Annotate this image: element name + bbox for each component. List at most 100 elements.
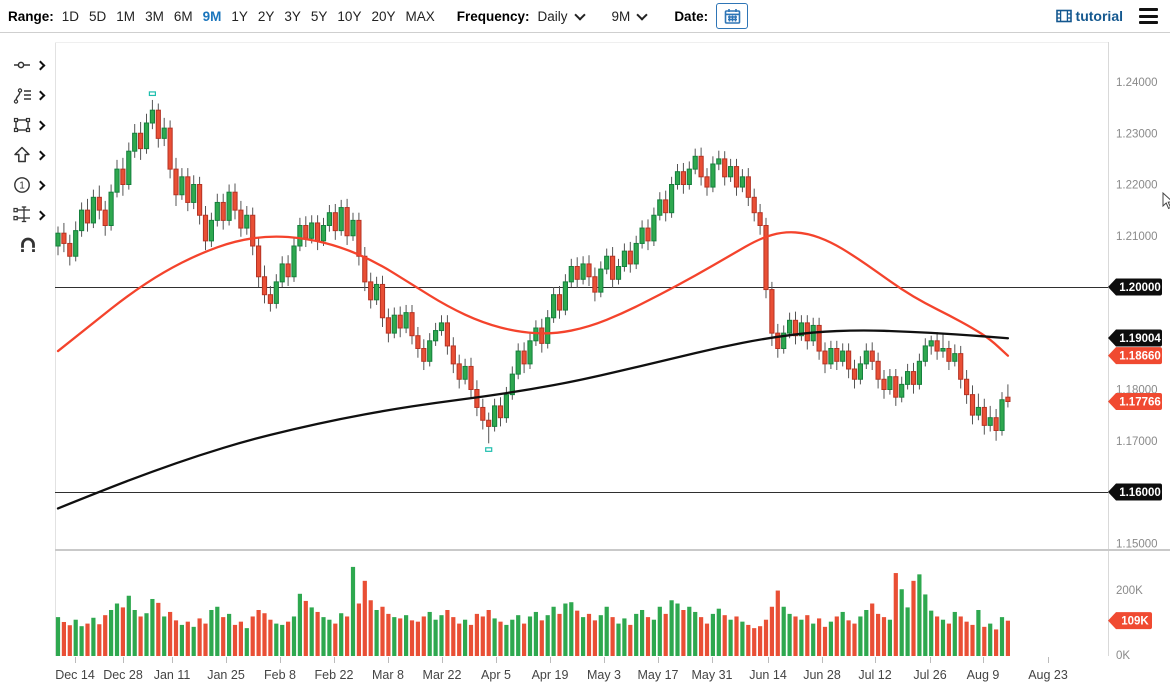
volume-bar xyxy=(256,609,261,656)
candle xyxy=(716,158,722,165)
date-label: Mar 8 xyxy=(372,668,404,682)
candle xyxy=(875,360,881,380)
mouse-cursor xyxy=(1162,191,1170,210)
trendline-tool[interactable] xyxy=(12,50,45,80)
volume-bar xyxy=(91,617,96,656)
range-3m[interactable]: 3M xyxy=(145,9,164,24)
range-5y[interactable]: 5Y xyxy=(311,9,328,24)
volume-bar xyxy=(474,613,479,656)
candle xyxy=(409,312,415,337)
candle xyxy=(975,406,981,416)
volume-bar xyxy=(55,617,61,656)
chart-area[interactable]: 1.24000 1.23000 1.22000 1.21000 1.18000 1.170… xyxy=(55,33,1170,696)
magnet-tool[interactable] xyxy=(17,230,39,260)
range-1y[interactable]: 1Y xyxy=(231,9,248,24)
volume-bar xyxy=(970,624,975,656)
range-2y[interactable]: 2Y xyxy=(258,9,275,24)
number-annotation-tool[interactable]: 1 xyxy=(12,170,45,200)
range-1d[interactable]: 1D xyxy=(62,9,79,24)
volume-tick-label: 200K xyxy=(1116,585,1143,597)
volume-bar xyxy=(409,620,415,656)
volume-bar xyxy=(203,623,208,656)
high-marker xyxy=(148,91,156,97)
date-label: Mar 22 xyxy=(423,668,462,682)
range-5d[interactable]: 5D xyxy=(89,9,106,24)
volume-bar xyxy=(988,623,993,656)
candle xyxy=(456,363,462,380)
candle xyxy=(173,168,179,196)
volume-bar xyxy=(581,617,586,656)
candle xyxy=(893,376,899,398)
volume-bar xyxy=(840,611,845,656)
range-9m[interactable]: 9M xyxy=(203,9,222,24)
volume-bar xyxy=(929,610,934,656)
candle xyxy=(651,214,657,242)
tutorial-link[interactable]: tutorial xyxy=(1055,8,1123,24)
price-chart-svg[interactable]: 1.240001.230001.220001.210001.180001.170… xyxy=(55,33,1170,691)
volume-bar xyxy=(616,623,621,656)
chevron-right-icon xyxy=(35,180,45,190)
range-1m[interactable]: 1M xyxy=(116,9,135,24)
range-label: Range: xyxy=(8,8,54,24)
calendar-icon xyxy=(724,8,740,24)
period-select[interactable]: 9M xyxy=(612,9,648,24)
pattern-annotation-tool[interactable] xyxy=(12,80,45,110)
range-20y[interactable]: 20Y xyxy=(371,9,395,24)
candle xyxy=(804,322,810,342)
indicator-settings-tool[interactable] xyxy=(12,200,45,230)
candle xyxy=(114,168,120,193)
volume-bar xyxy=(758,626,763,656)
candle xyxy=(350,219,356,237)
volume-bar xyxy=(781,606,786,656)
volume-bar xyxy=(976,609,981,656)
menu-button[interactable] xyxy=(1139,6,1158,25)
date-label: Aug 23 xyxy=(1028,668,1068,682)
candle xyxy=(67,242,73,257)
volume-bar xyxy=(374,609,379,656)
volume-bar xyxy=(592,620,597,656)
volume-bar xyxy=(103,615,108,656)
volume-bar xyxy=(911,580,916,656)
volume-bar xyxy=(221,617,226,656)
range-max[interactable]: MAX xyxy=(405,9,434,24)
candle xyxy=(828,348,834,365)
candle xyxy=(869,350,875,362)
range-3y[interactable]: 3Y xyxy=(284,9,301,24)
candle xyxy=(946,348,952,362)
candle xyxy=(167,127,173,170)
volume-bar xyxy=(533,611,538,656)
candle xyxy=(840,350,846,362)
volume-bar xyxy=(940,619,946,656)
range-10y[interactable]: 10Y xyxy=(337,9,361,24)
candle xyxy=(161,127,167,139)
volume-bar xyxy=(321,617,326,656)
candle xyxy=(769,289,775,334)
volume-bar xyxy=(598,615,603,656)
candle xyxy=(374,283,380,301)
date-label: Jun 14 xyxy=(749,668,787,682)
volume-bar xyxy=(870,603,875,656)
panel-separator[interactable] xyxy=(55,549,1170,551)
frequency-select[interactable]: Daily xyxy=(538,9,586,24)
shape-tool[interactable] xyxy=(12,110,45,140)
candle xyxy=(639,227,645,244)
volume-bar xyxy=(504,624,509,656)
candle xyxy=(857,363,863,380)
candle xyxy=(61,232,67,244)
volume-bar xyxy=(126,595,131,656)
range-buttons: 1D 5D 1M 3M 6M 9M 1Y 2Y 3Y 5Y 10Y 20Y MAX xyxy=(62,9,445,24)
candle xyxy=(297,225,303,247)
volume-bar xyxy=(817,618,822,656)
candle xyxy=(964,378,970,396)
volume-bar xyxy=(138,616,143,656)
tutorial-label: tutorial xyxy=(1075,8,1123,24)
candle xyxy=(686,168,692,185)
arrow-tool[interactable] xyxy=(12,140,45,170)
range-6m[interactable]: 6M xyxy=(174,9,193,24)
candle xyxy=(521,350,527,365)
volume-bar xyxy=(905,607,910,656)
candle xyxy=(179,176,185,196)
date-picker-button[interactable] xyxy=(716,3,749,29)
candle xyxy=(320,225,327,242)
candle xyxy=(202,214,209,242)
